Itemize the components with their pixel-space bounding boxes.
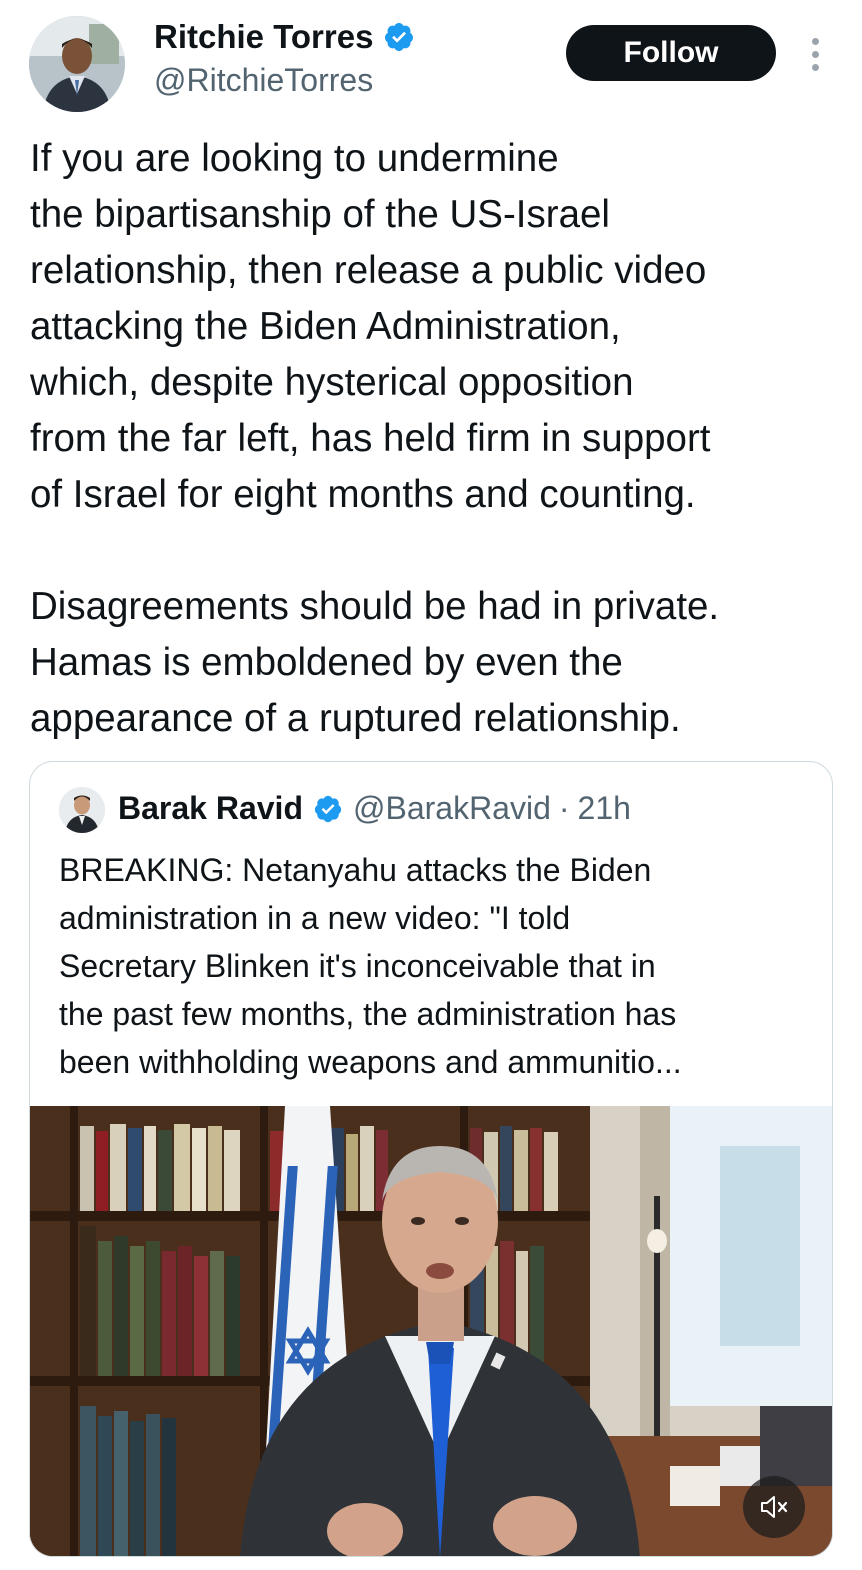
tweet-text-line: which, despite hysterical opposition [30,361,634,404]
quote-video[interactable] [30,1106,832,1556]
volume-muted-icon[interactable] [743,1476,805,1538]
tweet-text-line: appearance of a ruptured relationship. [30,697,681,740]
quote-author-handle[interactable]: @BarakRavid [353,790,551,827]
author-avatar[interactable] [29,16,125,112]
author-display-name[interactable]: Ritchie Torres [154,18,373,56]
quote-text-line: administration in a new video: "I told [59,900,571,936]
quote-header: Barak Ravid @BarakRavid · 21h [118,790,631,827]
more-vertical-icon[interactable] [800,34,830,74]
profile-photo-icon [29,16,125,112]
author-name-row: Ritchie Torres [154,18,415,56]
tweet-text-line: If you are looking to undermine [30,137,559,180]
quote-verified-badge-icon [313,794,343,824]
quote-text-line: the past few months, the administration … [59,996,677,1032]
quote-timestamp[interactable]: 21h [578,790,631,827]
tweet-text-line: relationship, then release a public vide… [30,249,707,292]
video-frame [30,1106,832,1556]
author-handle[interactable]: @RitchieTorres [154,62,373,99]
follow-button[interactable]: Follow [566,25,776,81]
tweet-text-line: the bipartisanship of the US-Israel [30,193,610,236]
tweet-text-line: from the far left, has held firm in supp… [30,417,711,460]
quote-text: BREAKING: Netanyahu attacks the Biden adm… [59,846,819,1086]
quote-author-name[interactable]: Barak Ravid [118,790,303,827]
verified-badge-icon [383,21,415,53]
quote-separator: · [558,790,570,826]
quoted-tweet[interactable]: Barak Ravid @BarakRavid · 21h BREAKING: … [29,761,833,1557]
tweet-text-line: of Israel for eight months and counting. [30,473,696,516]
tweet-text-line: attacking the Biden Administration, [30,305,621,348]
tweet-text-line [30,523,845,579]
tweet-text-line: Hamas is emboldened by even the [30,641,623,684]
quote-author-avatar[interactable] [59,787,105,833]
quote-profile-photo-icon [59,787,105,833]
quote-text-line: BREAKING: Netanyahu attacks the Biden [59,852,652,888]
tweet-card: Ritchie Torres @RitchieTorres Follow If … [0,0,862,1570]
tweet-text-line: Disagreements should be had in private. [30,585,720,628]
quote-text-line: Secretary Blinken it's inconceivable tha… [59,948,656,984]
quote-text-line: been withholding weapons and ammunitio..… [59,1044,682,1080]
tweet-text: If you are looking to undermine the bipar… [30,131,845,747]
